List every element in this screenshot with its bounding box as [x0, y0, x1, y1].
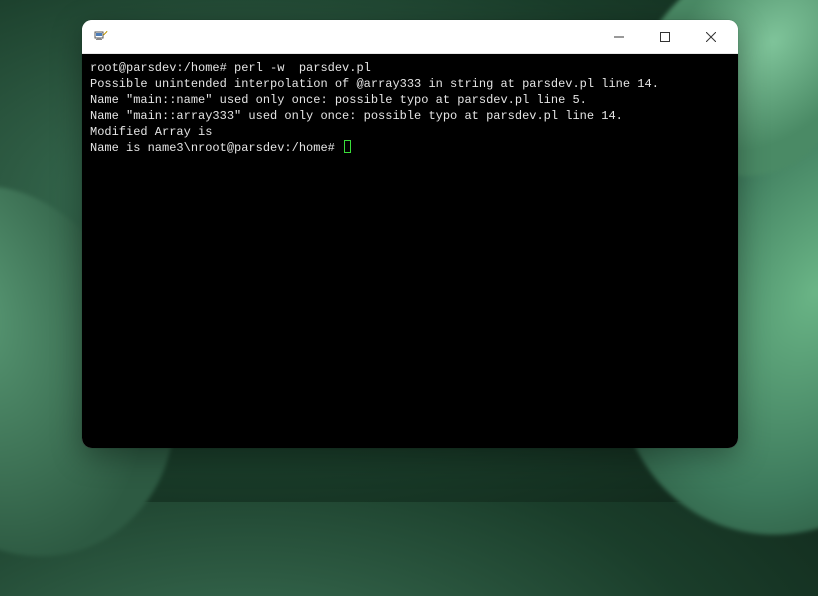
- terminal-line: root@parsdev:/home# perl -w parsdev.pl: [90, 60, 730, 76]
- titlebar[interactable]: [82, 20, 738, 54]
- terminal-line: Name "main::name" used only once: possib…: [90, 92, 730, 108]
- window-controls: [596, 20, 734, 54]
- output-text: Name is name3\nroot@parsdev:/home#: [90, 141, 342, 155]
- command: perl -w parsdev.pl: [234, 61, 371, 75]
- terminal-line: Possible unintended interpolation of @ar…: [90, 76, 730, 92]
- maximize-button[interactable]: [642, 20, 688, 54]
- terminal-line: Name "main::array333" used only once: po…: [90, 108, 730, 124]
- terminal-line: Name is name3\nroot@parsdev:/home#: [90, 140, 730, 156]
- putty-icon: [92, 28, 110, 46]
- terminal-window: root@parsdev:/home# perl -w parsdev.plPo…: [82, 20, 738, 448]
- close-button[interactable]: [688, 20, 734, 54]
- cursor: [344, 140, 351, 153]
- terminal-body[interactable]: root@parsdev:/home# perl -w parsdev.plPo…: [82, 54, 738, 448]
- prompt: root@parsdev:/home#: [90, 61, 234, 75]
- minimize-button[interactable]: [596, 20, 642, 54]
- terminal-line: Modified Array is: [90, 124, 730, 140]
